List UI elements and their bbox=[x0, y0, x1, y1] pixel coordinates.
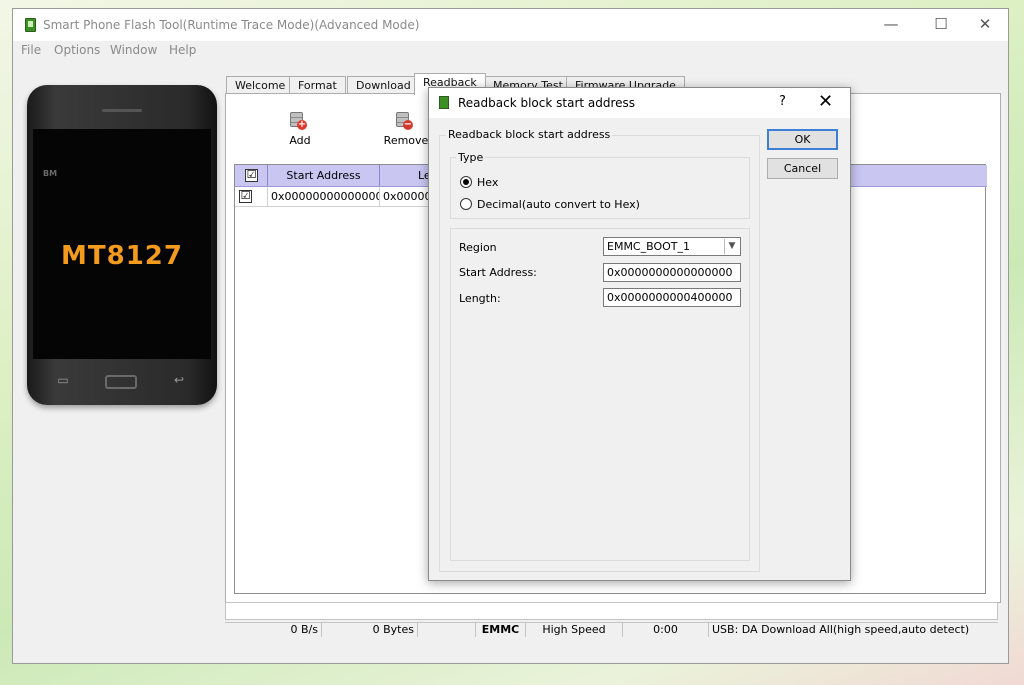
decimal-radio[interactable] bbox=[460, 198, 472, 210]
start-address-input[interactable]: 0x0000000000000000 bbox=[603, 263, 741, 282]
phone-menu-icon: ▭ bbox=[57, 373, 69, 387]
phone-speaker bbox=[102, 109, 142, 112]
row-checkbox[interactable]: ☑ bbox=[239, 190, 252, 203]
add-label: Add bbox=[289, 134, 311, 147]
phone-brand: BM bbox=[43, 169, 58, 178]
ok-button[interactable]: OK bbox=[767, 129, 838, 150]
add-db-icon: + bbox=[290, 112, 307, 130]
phone-image: BM MT8127 ▭ ↩ bbox=[27, 85, 217, 405]
region-label: Region bbox=[459, 241, 497, 254]
menu-file[interactable]: File bbox=[21, 43, 41, 57]
app-icon bbox=[25, 18, 36, 32]
remove-label: Remove bbox=[383, 134, 429, 147]
dialog-help-button[interactable]: ? bbox=[779, 94, 786, 109]
menu-help[interactable]: Help bbox=[169, 43, 196, 57]
type-group-title: Type bbox=[456, 151, 486, 164]
status-storage: EMMC bbox=[475, 623, 525, 637]
phone-home-icon bbox=[105, 375, 137, 389]
status-speed: 0 B/s bbox=[290, 623, 318, 636]
menu-bar: File Options Window Help bbox=[13, 41, 1008, 61]
status-bar: 0 B/s 0 Bytes EMMC High Speed 0:00 USB: … bbox=[225, 622, 998, 637]
region-select[interactable]: EMMC_BOOT_1 ▼ bbox=[603, 237, 741, 256]
tab-download[interactable]: Download bbox=[347, 76, 420, 94]
tab-welcome[interactable]: Welcome bbox=[226, 76, 295, 94]
start-address-label: Start Address: bbox=[459, 266, 537, 279]
select-all-checkbox[interactable]: ☑ bbox=[245, 169, 258, 182]
maximize-button[interactable]: ☐ bbox=[918, 9, 964, 41]
chevron-down-icon[interactable]: ▼ bbox=[724, 239, 739, 254]
readback-address-dialog: Readback block start address ? ✕ Readbac… bbox=[428, 87, 851, 581]
status-bytes: 0 Bytes bbox=[321, 623, 417, 637]
status-usb: USB: DA Download All(high speed,auto det… bbox=[708, 623, 998, 637]
dialog-title: Readback block start address bbox=[458, 96, 636, 110]
status-time: 0:00 bbox=[622, 623, 708, 637]
column-start-address[interactable]: Start Address bbox=[268, 165, 380, 186]
dialog-close-button[interactable]: ✕ bbox=[818, 91, 833, 112]
tab-format[interactable]: Format bbox=[289, 76, 346, 94]
cell-start-address[interactable]: 0x0000000000000000 bbox=[268, 187, 380, 207]
plus-badge-icon: + bbox=[297, 119, 307, 130]
minus-badge-icon: − bbox=[403, 119, 413, 130]
length-input[interactable]: 0x0000000000400000 bbox=[603, 288, 741, 307]
title-bar: Smart Phone Flash Tool(Runtime Trace Mod… bbox=[13, 9, 1008, 41]
chip-name: MT8127 bbox=[61, 241, 183, 271]
length-label: Length: bbox=[459, 292, 501, 305]
row-check-cell: ☑ bbox=[235, 187, 268, 207]
close-button[interactable]: ✕ bbox=[962, 9, 1008, 41]
decimal-label[interactable]: Decimal(auto convert to Hex) bbox=[477, 198, 640, 211]
remove-db-icon: − bbox=[396, 112, 413, 130]
progress-bar bbox=[225, 602, 998, 620]
region-value: EMMC_BOOT_1 bbox=[607, 240, 690, 253]
status-mode: High Speed bbox=[525, 623, 622, 637]
dialog-title-bar: Readback block start address ? ✕ bbox=[429, 88, 850, 118]
phone-back-icon: ↩ bbox=[173, 373, 185, 387]
cancel-button[interactable]: Cancel bbox=[767, 158, 838, 179]
hex-label[interactable]: Hex bbox=[477, 176, 498, 189]
window-title: Smart Phone Flash Tool(Runtime Trace Mod… bbox=[43, 18, 420, 32]
address-group-title: Readback block start address bbox=[446, 128, 613, 141]
menu-window[interactable]: Window bbox=[110, 43, 157, 57]
menu-options[interactable]: Options bbox=[54, 43, 100, 57]
hex-radio[interactable] bbox=[460, 176, 472, 188]
phone-screen: BM MT8127 bbox=[33, 129, 211, 359]
dialog-app-icon bbox=[439, 96, 449, 109]
header-check-cell: ☑ bbox=[235, 165, 268, 186]
minimize-button[interactable]: — bbox=[868, 9, 914, 41]
